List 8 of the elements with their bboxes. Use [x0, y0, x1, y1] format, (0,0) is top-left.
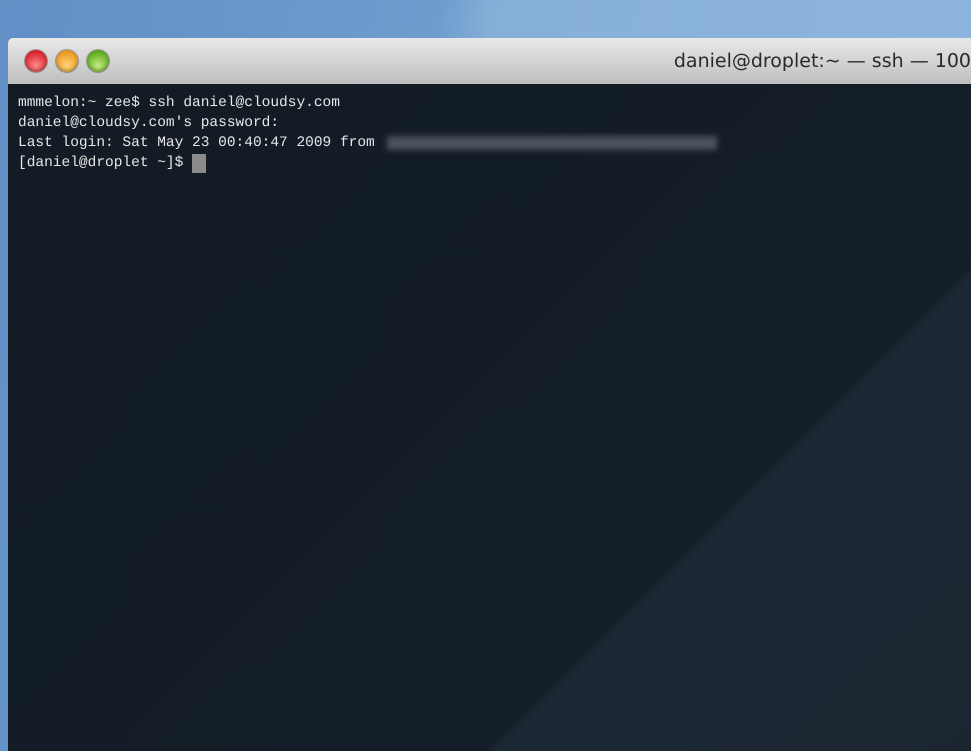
terminal-line: [daniel@droplet ~]$	[18, 155, 184, 171]
zoom-button[interactable]	[87, 50, 109, 72]
close-button[interactable]	[25, 50, 47, 72]
terminal-line: mmmelon:~ zee$ ssh daniel@cloudsy.com	[18, 95, 340, 111]
window-title: daniel@droplet:~ — ssh — 100	[674, 50, 971, 72]
terminal-line: daniel@cloudsy.com's password:	[18, 115, 280, 131]
minimize-button[interactable]	[56, 50, 78, 72]
terminal-line: Last login: Sat May 23 00:40:47 2009 from	[18, 135, 375, 151]
